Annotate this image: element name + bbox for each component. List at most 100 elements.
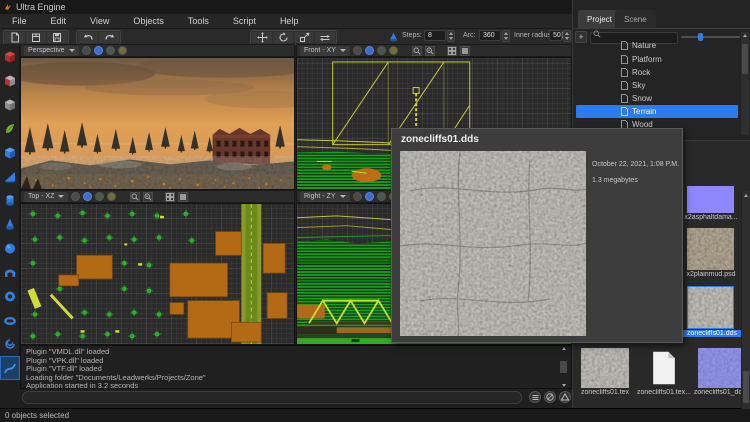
zoom-in-button[interactable] [143, 192, 153, 202]
tab-scene[interactable]: Scene [615, 10, 656, 28]
zoom-out-button[interactable] [412, 46, 422, 56]
inner-radius-value[interactable]: 50 [549, 30, 562, 41]
undo-button[interactable] [78, 32, 98, 43]
render-mode-icon[interactable] [83, 192, 92, 201]
render-mode-icon[interactable] [365, 46, 374, 55]
scrollbar-thumb[interactable] [742, 44, 748, 74]
lighting-options-icon[interactable] [107, 192, 116, 201]
cube-face-tool[interactable] [0, 68, 20, 92]
grid-toggle-button[interactable] [165, 192, 175, 202]
asset-thumbnail-x2plainmud[interactable] [687, 228, 734, 270]
perspective-scene [21, 58, 294, 189]
menu-help[interactable]: Help [268, 14, 311, 28]
scroll-up-icon[interactable] [562, 347, 566, 350]
console-log[interactable]: Plugin "VMDL.dll" loaded Plugin "VPK.dll… [20, 345, 572, 389]
world-options-icon[interactable] [377, 192, 386, 201]
rotate-tool-button[interactable] [273, 32, 293, 43]
world-options-icon[interactable] [377, 46, 386, 55]
scroll-up-icon[interactable] [743, 34, 747, 37]
camera-options-icon[interactable] [82, 46, 91, 55]
cylinder-primitive-tool[interactable] [0, 188, 20, 212]
tree-item-label: Rock [632, 68, 650, 77]
top-viewport[interactable] [20, 203, 295, 345]
tree-item-sky[interactable]: Sky [576, 79, 738, 92]
solid-toggle-button[interactable] [460, 46, 470, 56]
cube-tool[interactable] [0, 92, 20, 116]
zoom-in-button[interactable] [425, 46, 435, 56]
steps-stepper[interactable] [447, 30, 455, 42]
menu-edit[interactable]: Edit [39, 14, 79, 28]
render-mode-icon[interactable] [94, 46, 103, 55]
asset-scrollbar[interactable] [741, 191, 750, 409]
asset-thumbnail-zonecliffs01-tex-doc[interactable] [641, 348, 687, 388]
menu-objects[interactable]: Objects [121, 14, 176, 28]
solid-toggle-button[interactable] [178, 192, 188, 202]
move-tool-button[interactable] [252, 32, 272, 43]
world-options-icon[interactable] [95, 192, 104, 201]
scroll-down-icon[interactable] [562, 384, 566, 387]
log-warnings-filter-button[interactable] [559, 391, 571, 403]
menu-script[interactable]: Script [221, 14, 268, 28]
spiral-primitive-tool[interactable] [0, 332, 20, 356]
save-button[interactable] [47, 32, 67, 43]
camera-options-icon[interactable] [71, 192, 80, 201]
zoom-out-button[interactable] [130, 192, 140, 202]
tooltip-filesize: 1.3 megabytes [592, 177, 638, 184]
steps-value[interactable]: 8 [424, 30, 446, 41]
menu-tools[interactable]: Tools [176, 14, 221, 28]
right-mode-dropdown[interactable]: Right - ZY [300, 192, 350, 202]
redo-button[interactable] [99, 32, 119, 43]
cone-primitive-tool[interactable] [0, 212, 20, 236]
menu-file[interactable]: File [0, 14, 39, 28]
log-messages-filter-button[interactable] [529, 391, 541, 403]
camera-options-icon[interactable] [353, 46, 362, 55]
world-options-icon[interactable] [106, 46, 115, 55]
log-errors-filter-button[interactable] [544, 391, 556, 403]
menu-view[interactable]: View [78, 14, 121, 28]
arch-primitive-tool[interactable] [0, 260, 20, 284]
perspective-viewport[interactable] [20, 57, 295, 190]
front-mode-dropdown[interactable]: Front - XY [300, 46, 350, 56]
asset-thumbnail-zonecliffs01-dot3[interactable] [698, 348, 745, 388]
asset-thumbnail-x2asphaltdama[interactable] [687, 186, 734, 213]
open-project-button[interactable] [26, 32, 46, 43]
grid-toggle-button[interactable] [447, 46, 457, 56]
tree-item-snow[interactable]: Snow [576, 92, 738, 105]
sphere-primitive-tool[interactable] [0, 236, 20, 260]
tube-primitive-tool[interactable] [0, 284, 20, 308]
render-mode-icon[interactable] [365, 192, 374, 201]
scale-tool-button[interactable] [294, 32, 314, 43]
box-red-primitive-tool[interactable] [0, 44, 20, 68]
perspective-mode-dropdown[interactable]: Perspective [24, 46, 79, 56]
tree-item-platform[interactable]: Platform [576, 53, 738, 66]
tree-item-nature[interactable]: Nature [576, 41, 738, 50]
top-mode-dropdown[interactable]: Top - XZ [24, 192, 68, 202]
slider-thumb[interactable] [698, 33, 703, 41]
inner-radius-stepper[interactable] [563, 30, 571, 42]
wedge-primitive-tool[interactable] [0, 164, 20, 188]
torus-primitive-tool[interactable] [0, 308, 20, 332]
loop-tool-button[interactable] [315, 32, 335, 43]
scroll-up-icon[interactable] [744, 194, 748, 197]
tree-item-terrain-selected[interactable]: Terrain [576, 105, 738, 118]
box-primitive-tool[interactable] [0, 140, 20, 164]
scrollbar-thumb[interactable] [743, 371, 749, 403]
asset-thumbnail-zonecliffs01-tex[interactable] [581, 348, 629, 388]
camera-options-icon[interactable] [353, 192, 362, 201]
lighting-options-icon[interactable] [118, 46, 127, 55]
primitives-sidebar [0, 44, 20, 380]
arc-stepper[interactable] [502, 30, 510, 42]
tube-icon [3, 289, 17, 303]
lighting-options-icon[interactable] [389, 46, 398, 55]
console-scrollbar[interactable] [558, 346, 569, 388]
spline-primitive-tool[interactable] [0, 356, 20, 380]
tree-item-rock[interactable]: Rock [576, 66, 738, 79]
tab-label: Project [587, 15, 612, 24]
console-command-input[interactable] [22, 391, 522, 404]
tree-scrollbar[interactable] [740, 32, 749, 135]
vegetation-tool[interactable] [0, 116, 20, 140]
scrollbar-thumb[interactable] [560, 361, 567, 373]
asset-thumbnail-zonecliffs01-dds-selected[interactable] [687, 286, 734, 329]
arc-value[interactable]: 360 [479, 30, 501, 41]
new-file-button[interactable] [5, 32, 25, 43]
